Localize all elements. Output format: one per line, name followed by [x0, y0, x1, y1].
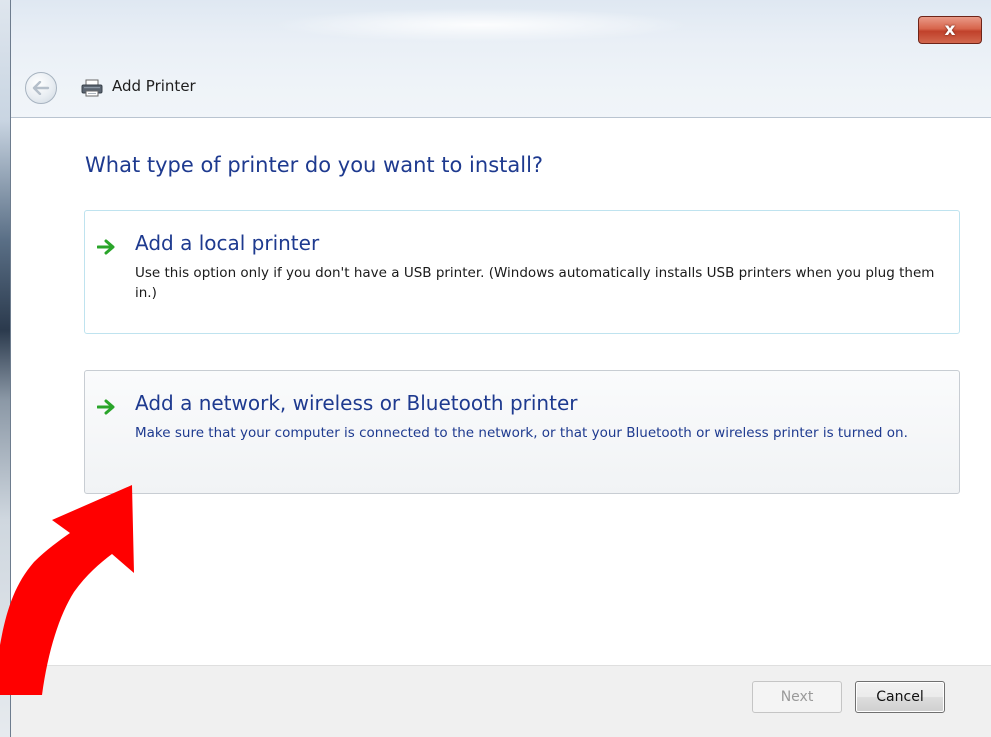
- option-description: Make sure that your computer is connecte…: [135, 425, 908, 441]
- add-printer-dialog: x Add Printer What type of printer do yo…: [10, 0, 991, 737]
- background-window-edge: [0, 0, 10, 737]
- dialog-footer: [11, 665, 991, 737]
- back-arrow-icon: [32, 81, 50, 95]
- screenshot-canvas: x Add Printer What type of printer do yo…: [0, 0, 991, 737]
- green-arrow-icon: [97, 399, 115, 415]
- title-bar: x Add Printer: [11, 0, 991, 118]
- close-icon: x: [944, 19, 956, 40]
- title-bar-sheen: [271, 8, 691, 42]
- option-title: Add a network, wireless or Bluetooth pri…: [135, 391, 578, 415]
- window-title: Add Printer: [112, 77, 196, 95]
- add-local-printer-option[interactable]: Add a local printer Use this option only…: [84, 210, 960, 334]
- next-button[interactable]: Next: [752, 681, 842, 713]
- back-button[interactable]: [25, 72, 57, 104]
- close-button[interactable]: x: [918, 16, 982, 44]
- green-arrow-icon: [97, 239, 115, 255]
- printer-icon: [81, 79, 103, 97]
- option-title: Add a local printer: [135, 231, 320, 255]
- option-description: Use this option only if you don't have a…: [135, 265, 935, 301]
- cancel-button[interactable]: Cancel: [855, 681, 945, 713]
- page-heading: What type of printer do you want to inst…: [85, 153, 544, 177]
- add-network-printer-option[interactable]: Add a network, wireless or Bluetooth pri…: [84, 370, 960, 494]
